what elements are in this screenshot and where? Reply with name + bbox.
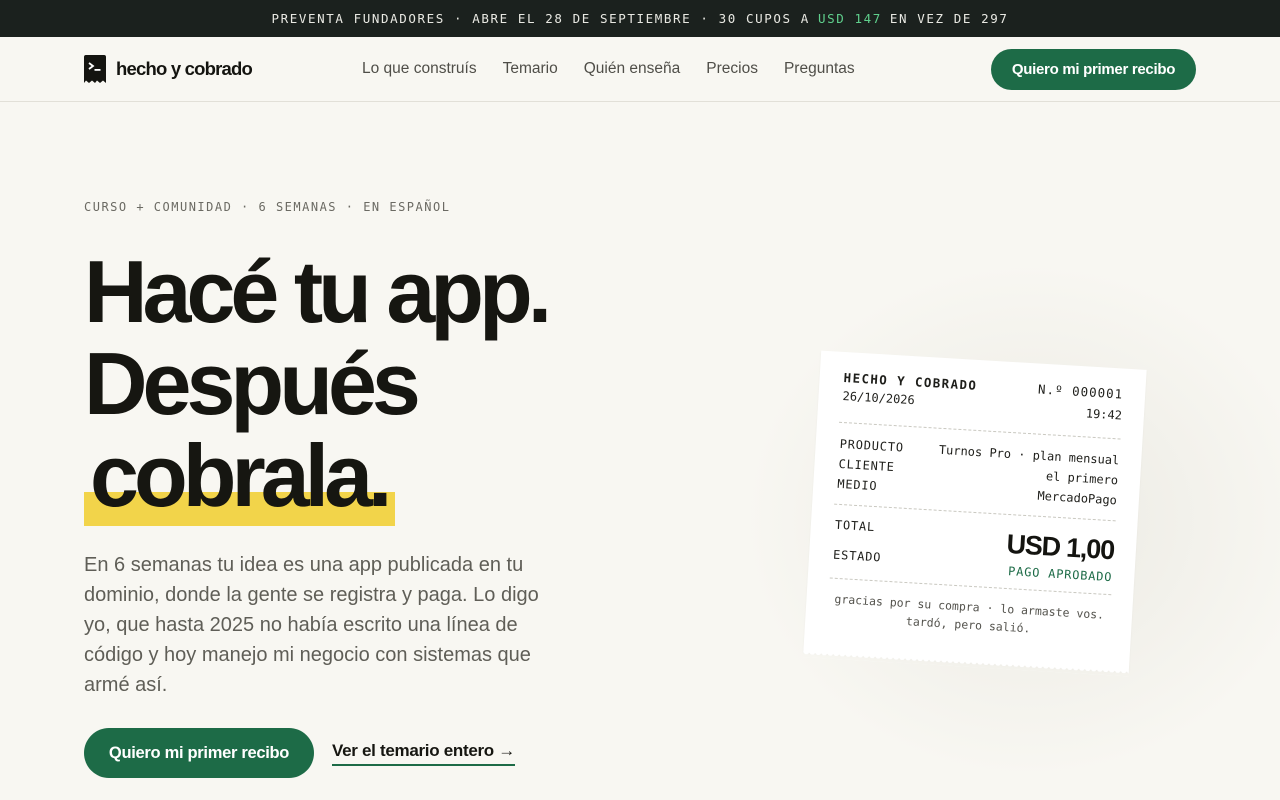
headline-line-3-wrap: cobrala. xyxy=(84,430,684,526)
brand-name: hecho y cobrado xyxy=(116,58,253,79)
headline-highlight: cobrala. xyxy=(84,430,396,526)
hero-eyebrow: CURSO + COMUNIDAD · 6 SEMANAS · EN ESPAÑ… xyxy=(84,200,451,214)
headline-line-2: Después xyxy=(84,334,421,433)
hero-lead: En 6 semanas tu idea es una app publicad… xyxy=(84,554,539,696)
receipt-number: N.º 000001 xyxy=(1037,381,1124,402)
nav-link-precios[interactable]: Precios xyxy=(706,60,758,78)
hero-headline: Hacé tu app. Después cobrala. xyxy=(84,242,684,526)
top-nav: hecho y cobrado Lo que construís Temario… xyxy=(0,37,1280,102)
receipt-header: HECHO Y COBRADO 26/10/2026 N.º 000001 19… xyxy=(842,370,1124,423)
receipt-state-label: ESTADO xyxy=(832,547,882,565)
receipt-label-medio: MEDIO xyxy=(836,476,878,494)
promo-bar: PREVENTA FUNDADORES · ABRE EL 28 DE SEPT… xyxy=(0,0,1280,37)
headline-line-3: cobrala. xyxy=(90,426,392,525)
nav-link-quien-ensena[interactable]: Quién enseña xyxy=(584,60,681,78)
nav-link-preguntas[interactable]: Preguntas xyxy=(784,60,855,78)
receipt-time: 19:42 xyxy=(1085,406,1123,423)
receipt-amount: USD 1,00 xyxy=(1005,528,1115,566)
brand-logo[interactable]: hecho y cobrado xyxy=(84,55,253,83)
promo-price: USD 147 xyxy=(817,11,882,26)
nav-cta-button[interactable]: Quiero mi primer recibo xyxy=(991,49,1196,90)
receipt-card: HECHO Y COBRADO 26/10/2026 N.º 000001 19… xyxy=(803,350,1147,672)
headline-line-1: Hacé tu app. xyxy=(84,242,552,341)
receipt-footer: gracias por su compra · lo armaste vos. … xyxy=(821,589,1117,642)
terminal-receipt-icon xyxy=(84,55,106,83)
nav-links: Lo que construís Temario Quién enseña Pr… xyxy=(362,60,855,78)
nav-link-temario[interactable]: Temario xyxy=(503,60,558,78)
hero-cta-button[interactable]: Quiero mi primer recibo xyxy=(84,728,314,778)
promo-text-after: EN VEZ DE 297 xyxy=(889,11,1009,26)
promo-text: PREVENTA FUNDADORES · ABRE EL 28 DE SEPT… xyxy=(271,11,810,26)
nav-link-lo-que-construis[interactable]: Lo que construís xyxy=(362,60,477,78)
receipt-values: Turnos Pro · plan mensual el primero Mer… xyxy=(936,440,1120,511)
receipt-total-label: TOTAL xyxy=(834,517,876,535)
receipt-labels: PRODUCTO CLIENTE MEDIO xyxy=(837,434,905,498)
syllabus-link[interactable]: Ver el temario entero → xyxy=(332,741,515,766)
receipt-status: PAGO APROBADO xyxy=(1007,564,1113,585)
